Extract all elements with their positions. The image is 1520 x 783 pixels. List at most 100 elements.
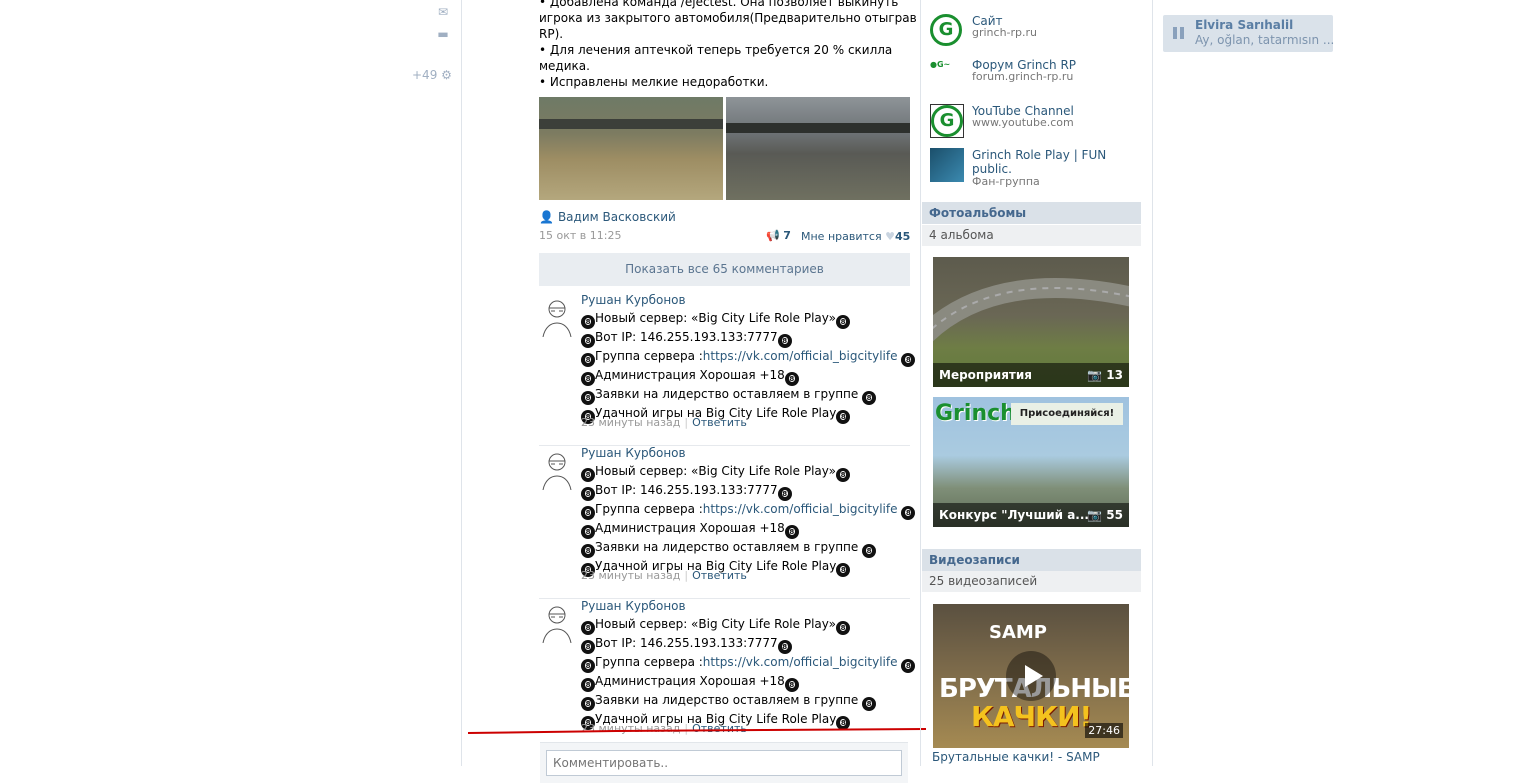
grinch-g-icon: G: [931, 105, 963, 137]
avatar[interactable]: [539, 450, 575, 490]
post-date[interactable]: 15 окт в 11:25: [539, 229, 621, 242]
comment-line-text: Администрация Хорошая +18: [595, 521, 785, 535]
link-url: grinch-rp.ru: [972, 26, 1038, 39]
wall-post: • Добавлена команда /ejectest. Она позво…: [462, 0, 920, 766]
link-url: www.youtube.com: [972, 116, 1074, 129]
comment-line: 8 Группа сервера :https://vk.com/official…: [581, 348, 916, 367]
photo-albums-header[interactable]: Фотоальбомы: [922, 202, 1141, 224]
group-link[interactable]: https://vk.com/official_bigcitylife: [703, 502, 898, 516]
comment-line: 8 Группа сервера :https://vk.com/official…: [581, 501, 916, 520]
comment-line: 8 Группа сервера :https://vk.com/official…: [581, 654, 916, 673]
photo-albums-count: 4 альбома: [922, 225, 1141, 246]
avatar[interactable]: [539, 603, 575, 643]
eight-ball-icon: 8: [836, 563, 851, 577]
link-url: Фан-группа: [972, 175, 1040, 188]
sidebar: G Сайт grinch-rp.ru ●G~ Форум Grinch RP …: [922, 0, 1152, 766]
comment-line-text: Администрация Хорошая +18: [595, 674, 785, 688]
link-title[interactable]: Grinch Role Play | FUN public.: [972, 148, 1142, 176]
comment-line-text: Администрация Хорошая +18: [595, 368, 785, 382]
person-icon: 👤: [539, 210, 554, 224]
comment-line: 8 Администрация Хорошая +18 8: [581, 520, 915, 539]
comment-author[interactable]: Рушан Курбонов: [581, 599, 686, 613]
show-all-comments-button[interactable]: Показать все 65 комментариев: [539, 253, 910, 286]
heart-icon: ♥: [885, 230, 895, 243]
post-author[interactable]: 👤 Вадим Васковский: [539, 210, 676, 224]
post-text-line: медика.: [539, 59, 590, 73]
comment-line: 8 Новый сервер: «Big City Life Role Play»…: [581, 310, 915, 329]
link-url: forum.grinch-rp.ru: [972, 70, 1074, 83]
comment-author[interactable]: Рушан Курбонов: [581, 293, 686, 307]
eight-ball-icon: 8: [777, 640, 792, 654]
reply-link[interactable]: Ответить: [692, 416, 747, 429]
gear-icon[interactable]: ⚙: [441, 68, 452, 82]
more-count[interactable]: +49 ⚙: [412, 68, 452, 82]
play-icon[interactable]: [1006, 651, 1056, 701]
album-count: 📷 13: [1087, 363, 1123, 387]
album-events[interactable]: Мероприятия 📷 13: [933, 257, 1129, 387]
album-count-value: 55: [1106, 508, 1123, 522]
eight-ball-icon: 8: [901, 353, 916, 367]
eight-ball-icon: 8: [581, 468, 595, 482]
chat-notification[interactable]: Elvira Sarıhalil Ay, oğlan, tatarmısın .…: [1163, 15, 1334, 52]
like-count: 45: [894, 230, 911, 243]
album-title: Мероприятия: [939, 368, 1032, 382]
post-author-name[interactable]: Вадим Васковский: [558, 210, 676, 224]
mail-icon[interactable]: ✉: [436, 6, 450, 18]
comment-line: 8 Заявки на лидерство оставляем в группе …: [581, 386, 915, 405]
album-contest[interactable]: Grinch Присоединяйся! Конкурс "Лучший а.…: [933, 397, 1129, 527]
eight-ball-icon: 8: [581, 506, 595, 520]
camera-icon: 📷: [1087, 368, 1103, 382]
video-thumbnail[interactable]: SAMP БРУТАЛЬНЫЕ КАЧКИ! 27:46: [933, 604, 1129, 748]
comment-time[interactable]: 23 минуты назад: [581, 569, 680, 582]
comment-line: 8 Новый сервер: «Big City Life Role Play»…: [581, 463, 915, 482]
comment-line-text: Заявки на лидерство оставляем в группе: [595, 693, 859, 707]
video-duration: 27:46: [1085, 723, 1123, 738]
comment-line: 8 Администрация Хорошая +18 8: [581, 367, 915, 386]
comment-line-text: Заявки на лидерство оставляем в группе: [595, 540, 859, 554]
album-title: Конкурс "Лучший а...: [939, 508, 1089, 522]
comment-line-text: Вот IP: 146.255.193.133:7777: [595, 636, 778, 650]
reply-link[interactable]: Ответить: [692, 569, 747, 582]
eight-ball-icon: 8: [581, 621, 595, 635]
comment-time[interactable]: 23 минуты назад: [581, 416, 680, 429]
grinch-logo-text: Grinch: [935, 401, 1016, 426]
eight-ball-icon: 8: [901, 659, 916, 673]
pause-icon[interactable]: [1173, 27, 1185, 39]
join-banner: Присоединяйся!: [1011, 403, 1123, 425]
separator: |: [684, 569, 689, 582]
eight-ball-icon: 8: [836, 410, 851, 424]
eight-ball-icon: 8: [784, 678, 799, 692]
comment-author[interactable]: Рушан Курбонов: [581, 446, 686, 460]
comment-line: 8 Вот IP: 146.255.193.133:7777 8: [581, 329, 915, 348]
sidebar-divider: [920, 0, 921, 766]
comment-line-text: Новый сервер: «Big City Life Role Play»: [595, 311, 836, 325]
camera-icon: 📷: [1087, 508, 1103, 522]
share-button[interactable]: 📢 7: [766, 229, 791, 242]
eight-ball-icon: 8: [862, 391, 877, 405]
grinch-small-logo-icon: ●G~: [930, 60, 951, 69]
eight-ball-icon: 8: [581, 525, 595, 539]
post-text-line: • Исправлены мелкие недоработки.: [539, 75, 769, 89]
comment-icon[interactable]: ▬: [436, 28, 450, 40]
comment: Рушан Курбонов 8 Новый сервер: «Big City …: [539, 293, 916, 446]
comment-body: 8 Новый сервер: «Big City Life Role Play»…: [581, 463, 916, 577]
album-count: 📷 55: [1087, 503, 1123, 527]
videos-header[interactable]: Видеозаписи: [922, 549, 1141, 571]
comment-line: 8 Новый сервер: «Big City Life Role Play»…: [581, 616, 915, 635]
comment-line-text: Группа сервера :: [595, 655, 703, 669]
post-text-line: • Для лечения аптечкой теперь требуется …: [539, 43, 893, 57]
group-link[interactable]: https://vk.com/official_bigcitylife: [703, 349, 898, 363]
group-link[interactable]: https://vk.com/official_bigcitylife: [703, 655, 898, 669]
video-title[interactable]: Брутальные качки! - SAMP: [932, 750, 1100, 764]
photo-detail: [726, 123, 910, 133]
videos-count: 25 видеозаписей: [922, 571, 1141, 592]
avatar[interactable]: [539, 297, 575, 337]
album-caption: Конкурс "Лучший а... 📷 55: [933, 503, 1129, 527]
post-photo-1[interactable]: [539, 97, 723, 200]
comment-input[interactable]: [546, 750, 902, 776]
like-button[interactable]: Мне нравится ♥45: [801, 230, 910, 243]
post-text-line: • Добавлена команда /ejectest. Она позво…: [539, 0, 899, 9]
eight-ball-icon: 8: [581, 659, 595, 673]
eight-ball-icon: 8: [836, 621, 850, 635]
post-photo-2[interactable]: [726, 97, 910, 200]
